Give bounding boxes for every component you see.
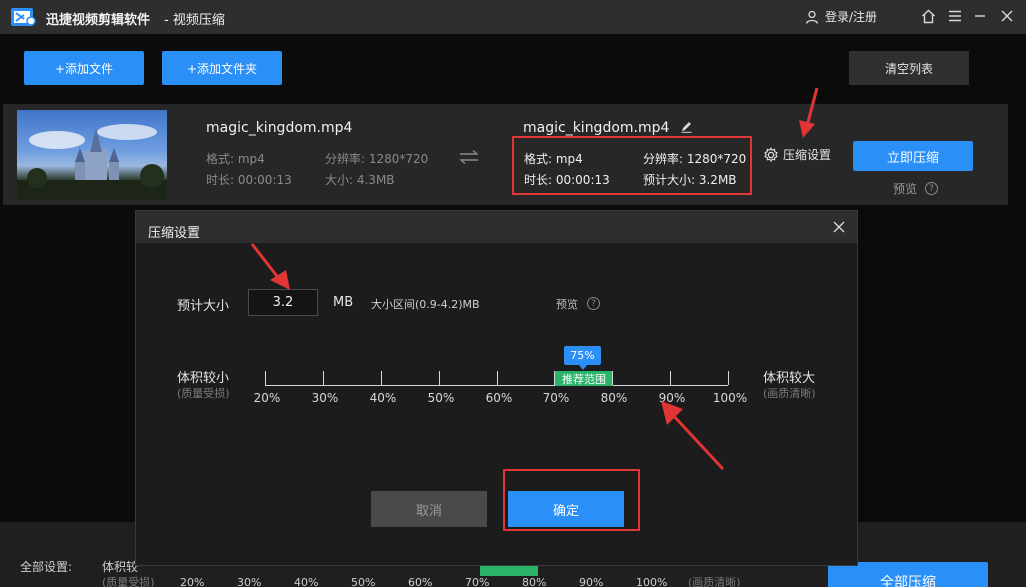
bottom-left-sub: (质量受损) [102,576,155,587]
bottom-tick-label: 90% [579,576,604,587]
gear-icon [764,146,778,162]
slider-tick [670,371,671,385]
est-size-input[interactable]: 3.2 [248,289,318,316]
slider-tick [728,371,729,385]
window-subtitle: - 视频压缩 [164,13,225,28]
bottom-tick-label: 100% [636,576,668,587]
slider-handle-pointer [579,365,587,370]
user-icon [805,10,819,24]
app-logo-icon [11,8,36,26]
bottom-tick-label: 80% [522,576,547,587]
bottom-recommend-band [480,566,538,576]
source-file-name: magic_kingdom.mp4 [206,120,353,136]
slider-right-sub: (画质清晰) [763,387,816,400]
help-icon[interactable]: ? [925,182,939,195]
dialog-header: 压缩设置 [136,211,857,243]
recommend-range-band: 推荐范围 [555,371,613,386]
slider-tick [439,371,440,385]
slider-tick [265,371,266,385]
bottom-tick-label: 40% [294,576,319,587]
home-button[interactable] [918,6,938,26]
source-duration: 时长: 00:00:13 [206,173,292,187]
slider-tick [612,371,613,385]
bottom-tick-label: 60% [408,576,433,587]
minimize-icon [975,15,985,17]
source-size: 大小: 4.3MB [325,173,395,187]
compress-now-button[interactable]: 立即压缩 [853,141,973,171]
title-bar: 迅捷视频剪辑软件 - 视频压缩 登录/注册 [0,0,1026,34]
compress-settings-button[interactable]: 压缩设置 [763,146,831,163]
highlight-box-confirm [503,469,640,531]
bottom-left-label: 体积较 [102,560,139,574]
dialog-close-icon[interactable] [831,219,847,235]
add-folder-button[interactable]: +添加文件夹 [162,51,282,85]
slider-left-sub: (质量受损) [177,387,230,400]
compression-slider-track[interactable] [265,385,728,386]
login-register-link[interactable]: 登录/注册 [805,8,877,25]
slider-tick-label: 30% [311,391,339,405]
bottom-tick-label: 70% [465,576,490,587]
source-resolution: 分辨率: 1280*720 [325,152,429,166]
menu-icon [949,10,961,22]
slider-left-label: 体积较小 [177,371,230,386]
convert-arrows-icon [459,149,479,165]
app-title: 迅捷视频剪辑软件 [46,13,151,28]
slider-tick-label: 40% [369,391,397,405]
home-icon [921,9,935,23]
bottom-tick-label: 30% [237,576,262,587]
slider-tick-label: 70% [542,391,570,405]
source-format: 格式: mp4 [206,152,265,166]
slider-tick [323,371,324,385]
highlight-box-output-info [512,136,752,195]
slider-tick-label: 100% [712,391,748,405]
slider-tick [497,371,498,385]
slider-right-label: 体积较大 [763,371,816,386]
compress-settings-dialog: 压缩设置 预计大小 3.2 MB 大小区间(0.9-4.2)MB 预览 ? 体积… [135,210,858,566]
help-icon[interactable]: ? [587,297,600,310]
preview-label: 预览 [893,182,918,196]
slider-tick [381,371,382,385]
close-window-button[interactable] [997,6,1017,26]
bottom-tick-label: 50% [351,576,376,587]
file-row: magic_kingdom.mp4 格式: mp4 分辨率: 1280*720 … [3,104,1008,205]
login-label: 登录/注册 [825,10,878,24]
slider-tick-label: 50% [427,391,455,405]
video-thumbnail[interactable] [17,110,167,200]
slider-tick-label: 90% [658,391,686,405]
add-file-button[interactable]: +添加文件 [24,51,144,85]
menu-button[interactable] [945,6,965,26]
output-file-name: magic_kingdom.mp4 [523,120,670,136]
edit-pencil-icon[interactable] [680,120,693,133]
bottom-tick-label: 20% [180,576,205,587]
global-settings-label: 全部设置: [20,560,73,574]
castle-thumbnail-image [17,124,167,200]
size-range-text: 大小区间(0.9-4.2)MB [371,298,480,311]
compress-settings-label: 压缩设置 [783,148,832,162]
slider-tick [554,371,555,385]
est-size-label: 预计大小 [177,299,230,314]
size-unit: MB [333,295,354,310]
clear-list-button[interactable]: 清空列表 [849,51,969,85]
close-icon [1001,10,1013,22]
slider-handle-value[interactable]: 75% [564,346,601,365]
cancel-button[interactable]: 取消 [371,491,487,527]
minimize-button[interactable] [970,6,990,26]
dialog-title: 压缩设置 [148,226,201,241]
preview-link[interactable]: 预览 ? [893,180,939,197]
dialog-preview-label[interactable]: 预览 [556,296,578,312]
slider-tick-label: 20% [253,391,281,405]
slider-tick-label: 80% [600,391,628,405]
slider-tick-label: 60% [485,391,513,405]
bottom-right-sub: (画质清晰) [688,576,741,587]
